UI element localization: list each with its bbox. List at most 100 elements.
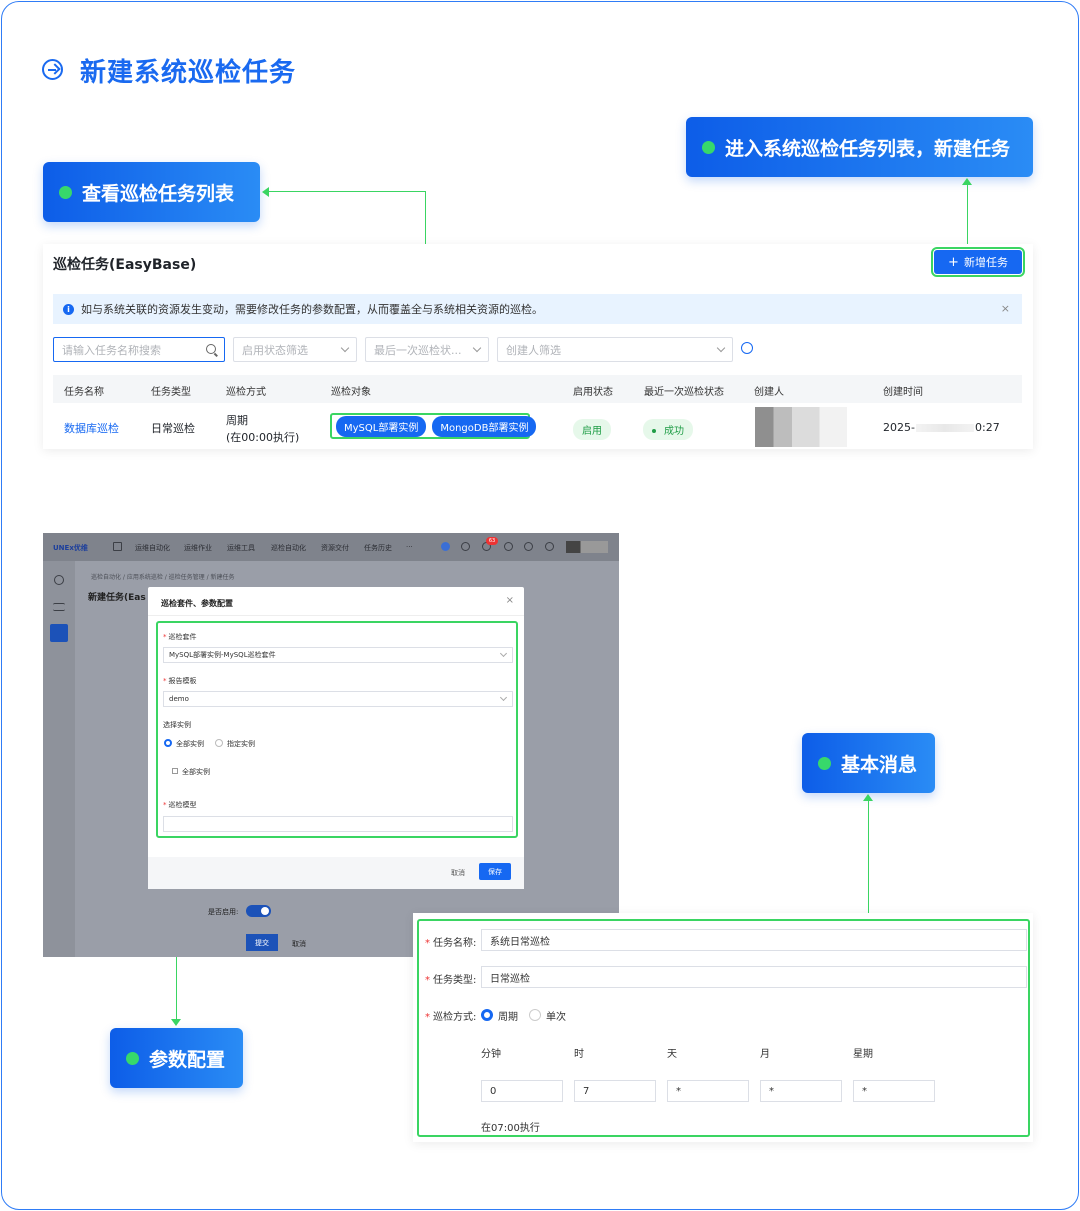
column-header: 最近一次巡检状态 bbox=[644, 387, 724, 398]
target-tag: MySQL部署实例 bbox=[336, 415, 427, 437]
callout-text: 参数配置 bbox=[149, 1048, 226, 1071]
cron-header-hour: 时 bbox=[574, 1049, 584, 1060]
task-type-input[interactable]: 日常巡检 bbox=[481, 966, 1027, 988]
nav-item[interactable]: 资源交付 bbox=[321, 543, 349, 553]
breadcrumb: 巡检自动化 / 应用系统巡检 / 巡检任务管理 / 新建任务 bbox=[91, 574, 235, 581]
green-dot-icon bbox=[59, 185, 72, 199]
callout-basic-info: 基本消息 bbox=[802, 733, 935, 793]
template-value: demo bbox=[169, 695, 189, 703]
cron-header-month: 月 bbox=[760, 1049, 770, 1060]
nav-item[interactable]: 巡检自动化 bbox=[271, 543, 306, 553]
last-status-filter-label: 最后一次巡检状... bbox=[374, 343, 462, 357]
enable-toggle[interactable] bbox=[246, 905, 271, 917]
nav-item[interactable]: 运维工具 bbox=[227, 543, 255, 553]
radio-all-label: 全部实例 bbox=[176, 740, 204, 748]
assistant-icon[interactable] bbox=[441, 542, 450, 551]
callout-create-task: 进入系统巡检任务列表，新建任务 bbox=[686, 117, 1033, 177]
document-icon[interactable] bbox=[50, 624, 68, 642]
task-list-panel: 巡检任务(EasyBase) + 新增任务 i 如与系统关联的资源发生变动，需要… bbox=[43, 244, 1033, 449]
notice-text: 如与系统关联的资源发生变动，需要修改任务的参数配置，从而覆盖全与系统相关资源的巡… bbox=[81, 303, 543, 316]
nav-item[interactable]: 运维自动化 bbox=[135, 543, 170, 553]
created-time-redacted bbox=[916, 424, 974, 432]
speaker-icon[interactable] bbox=[461, 542, 470, 551]
modal-save-button[interactable]: 保存 bbox=[479, 863, 511, 880]
template-label: * 报告模板 bbox=[163, 677, 197, 685]
template-select[interactable]: demo bbox=[163, 691, 513, 707]
add-task-label: 新增任务 bbox=[963, 256, 1008, 269]
modal-footer: 取消 保存 bbox=[148, 857, 524, 889]
checkbox-icon[interactable] bbox=[172, 768, 178, 774]
targets-cell: MySQL部署实例 MongoDB部署实例 bbox=[330, 413, 537, 439]
status-filter-select[interactable]: 启用状态筛选 bbox=[233, 337, 357, 362]
chevron-down-icon bbox=[472, 343, 482, 353]
radio-specific-instances[interactable] bbox=[215, 739, 223, 747]
app-logo: UNEx优维 bbox=[53, 544, 88, 552]
chat-icon[interactable] bbox=[504, 542, 513, 551]
connector-line bbox=[967, 184, 968, 248]
radio-once[interactable] bbox=[529, 1009, 541, 1021]
cron-header-minute: 分钟 bbox=[481, 1049, 501, 1060]
user-avatar[interactable] bbox=[566, 541, 608, 553]
config-highlight: * 巡检套件 MySQL部署实例-MySQL巡检套件 * 报告模板 demo 选择实… bbox=[156, 621, 518, 838]
model-label: * 巡检模型 bbox=[163, 801, 197, 809]
status-filter-label: 启用状态筛选 bbox=[242, 343, 308, 357]
arrow-down-icon bbox=[171, 1019, 181, 1026]
add-task-button[interactable]: + 新增任务 bbox=[931, 247, 1025, 277]
app-grid-icon[interactable] bbox=[113, 542, 122, 551]
gear-icon[interactable] bbox=[545, 542, 554, 551]
radio-all-instances[interactable] bbox=[164, 739, 172, 747]
cron-header-day: 天 bbox=[667, 1049, 677, 1060]
task-type: 日常巡检 bbox=[151, 422, 195, 435]
nav-item[interactable]: 任务历史 bbox=[364, 543, 392, 553]
all-instances-text: 全部实例 bbox=[182, 768, 210, 776]
last-status-filter-select[interactable]: 最后一次巡检状... bbox=[365, 337, 489, 362]
task-name-input[interactable]: 系统日常巡检 bbox=[481, 929, 1027, 951]
column-header: 创建人 bbox=[754, 387, 784, 398]
creator-filter-select[interactable]: 创建人筛选 bbox=[497, 337, 733, 362]
callout-view-list: 查看巡检任务列表 bbox=[43, 162, 260, 222]
modal-title: 巡检套件、参数配置 bbox=[161, 599, 233, 608]
status-dot-icon bbox=[652, 429, 656, 433]
modal-cancel-button[interactable]: 取消 bbox=[451, 868, 465, 878]
task-name-link[interactable]: 数据库巡检 bbox=[64, 420, 119, 436]
column-header: 任务类型 bbox=[151, 387, 191, 398]
cron-day-input[interactable]: * bbox=[667, 1080, 749, 1102]
instance-label: 选择实例 bbox=[163, 721, 191, 729]
cron-month-input[interactable]: * bbox=[760, 1080, 842, 1102]
list-icon[interactable] bbox=[53, 603, 65, 611]
suite-select[interactable]: MySQL部署实例-MySQL巡检套件 bbox=[163, 647, 513, 663]
callout-text: 查看巡检任务列表 bbox=[82, 182, 235, 205]
cancel-button[interactable]: 取消 bbox=[292, 939, 306, 949]
exec-time-text: 在07:00执行 bbox=[481, 1123, 540, 1134]
close-icon[interactable]: × bbox=[506, 595, 514, 606]
nav-item[interactable]: ··· bbox=[406, 543, 413, 551]
radio-periodic[interactable] bbox=[481, 1009, 493, 1021]
connector-line bbox=[266, 191, 425, 192]
arrow-up-icon bbox=[863, 794, 873, 801]
radio-once-label: 单次 bbox=[546, 1012, 566, 1023]
trophy-icon[interactable] bbox=[54, 575, 64, 585]
search-placeholder: 请输入任务名称搜索 bbox=[62, 343, 161, 357]
cron-weekday-input[interactable]: * bbox=[853, 1080, 935, 1102]
radio-specific-label: 指定实例 bbox=[227, 740, 255, 748]
info-icon: i bbox=[63, 303, 74, 315]
nav-item[interactable]: 运维作业 bbox=[184, 543, 212, 553]
arrow-up-icon bbox=[962, 178, 972, 185]
green-dot-icon bbox=[126, 1051, 139, 1065]
cron-minute-input[interactable]: 0 bbox=[481, 1080, 563, 1102]
side-nav bbox=[43, 561, 75, 957]
task-search-input[interactable]: 请输入任务名称搜索 bbox=[53, 337, 225, 362]
creator-avatar bbox=[755, 407, 847, 447]
basic-info-highlight: * 任务名称: 系统日常巡检 * 任务类型: 日常巡检 * 巡检方式: 周期 单次 分… bbox=[417, 919, 1030, 1137]
submit-button[interactable]: 提交 bbox=[246, 934, 278, 951]
model-input[interactable] bbox=[163, 816, 513, 832]
cron-hour-input[interactable]: 7 bbox=[574, 1080, 656, 1102]
help-icon[interactable] bbox=[524, 542, 533, 551]
user-settings-icon[interactable] bbox=[741, 342, 753, 354]
search-icon bbox=[206, 344, 216, 354]
last-status-text: 成功 bbox=[664, 426, 684, 437]
close-icon[interactable]: × bbox=[1001, 302, 1010, 315]
chevron-down-icon bbox=[340, 343, 350, 353]
page-title: 新建系统巡检任务 bbox=[80, 58, 297, 88]
created-time-prefix: 2025- bbox=[883, 421, 915, 434]
